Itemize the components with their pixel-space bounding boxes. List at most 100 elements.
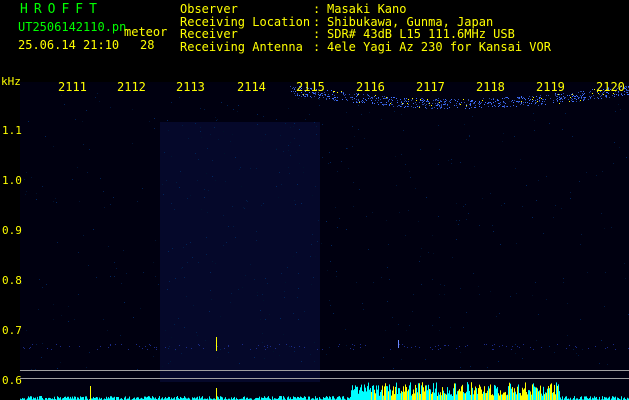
echo-speck <box>307 95 308 96</box>
echo-speck <box>443 99 444 100</box>
activity-bar <box>441 395 442 400</box>
band-speck <box>511 349 512 350</box>
noise-speck <box>267 283 268 284</box>
noise-speck <box>227 105 228 106</box>
activity-bar <box>85 396 86 400</box>
activity-bar <box>542 395 543 400</box>
echo-speck <box>583 100 584 101</box>
noise-speck <box>212 176 213 177</box>
noise-speck <box>572 136 573 137</box>
noise-speck <box>482 198 483 199</box>
noise-speck <box>257 114 258 115</box>
activity-bar <box>367 386 368 400</box>
echo-speck <box>527 105 528 106</box>
noise-speck <box>78 252 79 253</box>
noise-speck <box>406 330 407 331</box>
activity-bar <box>500 390 501 400</box>
noise-speck <box>246 200 247 201</box>
noise-speck <box>460 367 461 368</box>
echo-speck <box>602 94 603 95</box>
activity-bar <box>507 394 508 400</box>
echo-speck <box>539 100 540 101</box>
freq-tick-label: 1.1 <box>2 124 22 137</box>
band-speck <box>267 345 268 346</box>
activity-bar <box>409 385 410 400</box>
activity-bar <box>499 395 500 400</box>
noise-speck <box>303 167 304 168</box>
noise-speck <box>615 111 616 112</box>
noise-speck <box>174 209 175 210</box>
noise-speck <box>149 121 150 122</box>
activity-bar <box>586 396 587 400</box>
echo-speck <box>404 98 405 99</box>
info-label: Receiver <box>180 27 238 41</box>
noise-speck <box>250 264 251 265</box>
echo-speck <box>580 91 581 92</box>
noise-speck <box>140 308 141 309</box>
noise-speck <box>582 349 583 350</box>
noise-speck <box>515 168 516 169</box>
noise-speck <box>42 287 43 288</box>
echo-speck <box>576 95 577 96</box>
activity-bar <box>531 394 532 400</box>
echo-speck <box>466 104 467 105</box>
activity-bar <box>436 382 437 400</box>
echo-speck <box>544 101 545 102</box>
band-speck <box>121 344 122 345</box>
noise-speck <box>261 205 262 206</box>
noise-speck <box>405 164 406 165</box>
activity-bar <box>110 396 111 400</box>
echo-speck <box>436 99 437 100</box>
echo-speck <box>560 99 561 100</box>
noise-speck <box>223 131 224 132</box>
echo-speck <box>627 94 628 95</box>
noise-speck <box>289 346 290 347</box>
noise-speck <box>235 237 236 238</box>
noise-speck <box>624 263 625 264</box>
noise-speck <box>86 367 87 368</box>
activity-bar <box>369 389 370 400</box>
noise-speck <box>171 337 172 338</box>
noise-speck <box>299 163 300 164</box>
noise-speck <box>53 146 54 147</box>
noise-speck <box>143 272 144 273</box>
noise-speck <box>168 130 169 131</box>
activity-bar <box>383 395 384 400</box>
noise-speck <box>172 248 173 249</box>
noise-speck <box>500 244 501 245</box>
noise-speck <box>132 109 133 110</box>
echo-speck <box>354 98 355 99</box>
activity-bar <box>449 390 450 400</box>
noise-speck <box>53 201 54 202</box>
echo-speck <box>485 102 486 103</box>
activity-bar <box>496 388 497 400</box>
activity-bar <box>199 396 200 400</box>
noise-speck <box>57 242 58 243</box>
activity-bar <box>125 396 126 400</box>
activity-bar <box>391 395 392 400</box>
noise-speck <box>155 240 156 241</box>
noise-speck <box>88 265 89 266</box>
activity-bar <box>457 391 458 400</box>
band-speck <box>438 345 439 346</box>
echo-speck <box>517 97 518 98</box>
echo-speck <box>520 104 521 105</box>
activity-bar <box>362 390 363 400</box>
noise-speck <box>107 330 108 331</box>
noise-speck <box>576 353 577 354</box>
noise-speck <box>181 353 182 354</box>
echo-speck <box>472 101 473 102</box>
noise-speck <box>137 201 138 202</box>
echo-speck <box>525 102 526 103</box>
echo-speck <box>419 107 420 108</box>
activity-bar <box>446 394 447 400</box>
activity-bar <box>549 388 550 400</box>
activity-bar <box>502 394 503 400</box>
activity-bar <box>381 389 382 400</box>
echo-speck <box>454 99 455 100</box>
activity-bar <box>594 396 595 400</box>
noise-speck <box>245 275 246 276</box>
echo-speck <box>572 94 573 95</box>
spectrogram-canvas <box>20 82 629 400</box>
noise-speck <box>264 358 265 359</box>
